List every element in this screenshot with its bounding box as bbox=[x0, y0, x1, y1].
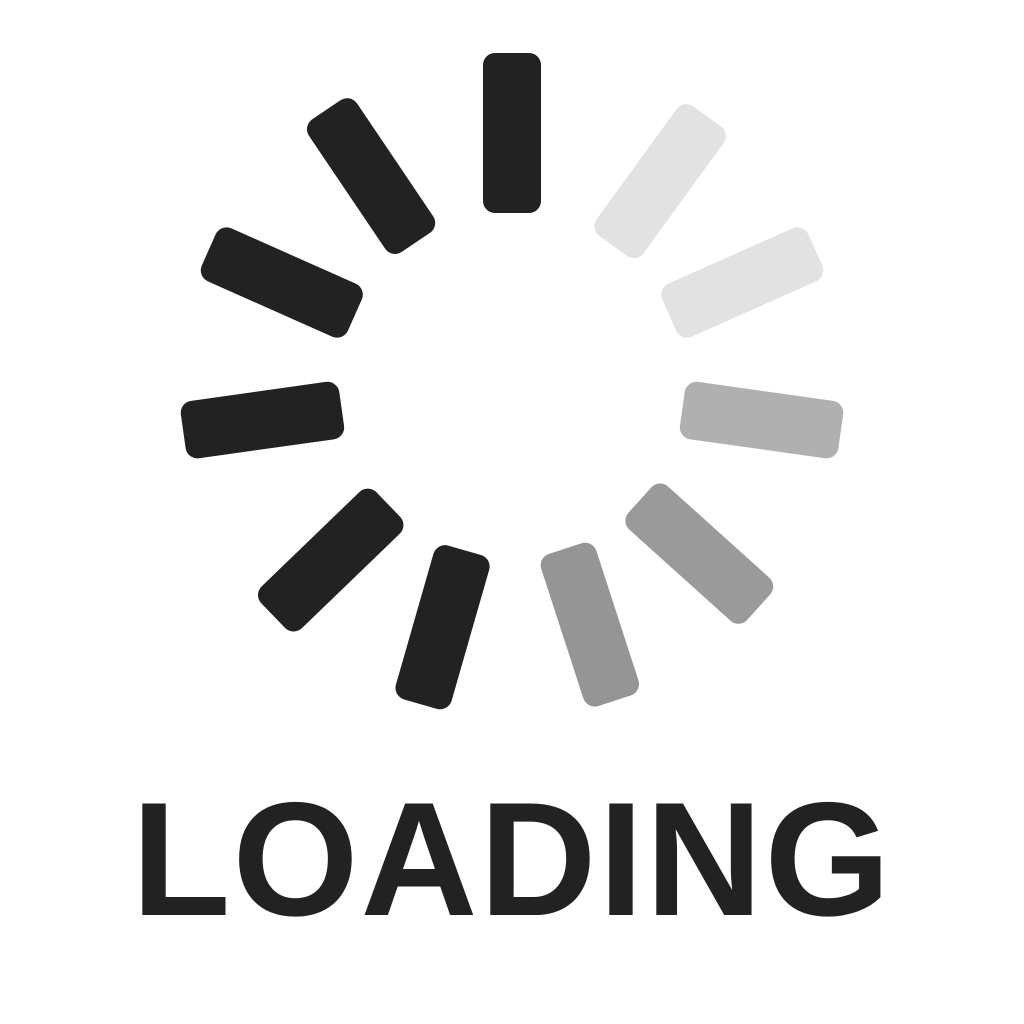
spinner-segment-2 bbox=[594, 104, 726, 259]
spinner-segment-1 bbox=[483, 53, 541, 213]
spinner-segment-4 bbox=[679, 381, 844, 459]
spinner-segment-8 bbox=[258, 488, 404, 632]
loading-spinner-icon bbox=[180, 53, 844, 710]
loading-label: LOADING bbox=[131, 769, 893, 950]
spinner-segment-5 bbox=[625, 483, 774, 624]
spinner-segment-9 bbox=[180, 381, 345, 459]
spinner-segment-3 bbox=[661, 227, 824, 338]
spinner-segment-6 bbox=[540, 542, 640, 707]
spinner-segment-10 bbox=[200, 227, 363, 338]
spinner-segment-11 bbox=[306, 98, 436, 254]
spinner-segment-7 bbox=[395, 545, 490, 710]
